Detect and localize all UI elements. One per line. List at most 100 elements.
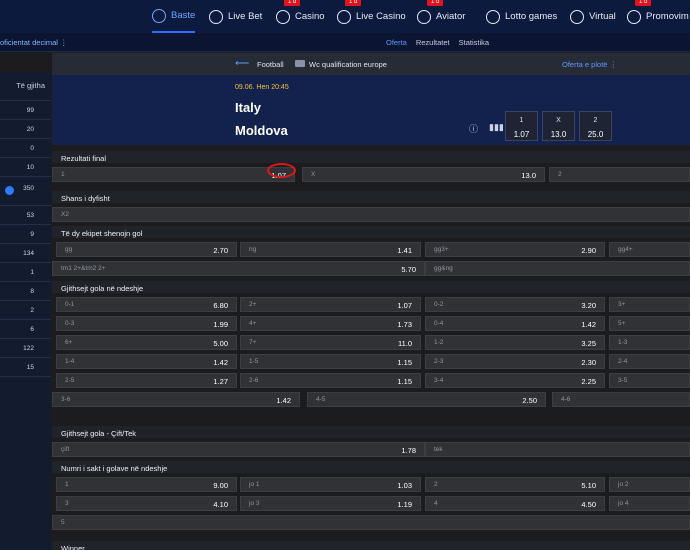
odds-cell[interactable]: 2 5.10	[425, 477, 605, 492]
nav-baste[interactable]: Baste	[152, 0, 196, 33]
odds-cell[interactable]: gg4+	[609, 242, 690, 257]
sport-sidebar: Të gjitha 99 20 0 10 350 53 9 134 1 8 2 6 122 15	[0, 53, 51, 550]
odds-cell[interactable]: 1 9.00	[56, 477, 237, 492]
nav-casino[interactable]: Casino 1 d	[276, 0, 325, 33]
odds-cell[interactable]: 1-3	[609, 335, 690, 350]
markets-list: Rezultati final 1 1.07 X 13.0 2 Shans i dyfish…	[52, 151, 690, 550]
odds-cell[interactable]: ng 1.41	[240, 242, 421, 257]
sidebar-item[interactable]: 350	[0, 177, 51, 206]
odds-cell[interactable]: X 13.0	[302, 167, 545, 182]
odds-cell[interactable]: 0-3 1.99	[56, 316, 237, 331]
odds-cell[interactable]: 3+	[609, 297, 690, 312]
nav-aviator[interactable]: Aviator 1 d	[417, 0, 465, 33]
odds-cell[interactable]: 4-5 2.50	[307, 392, 546, 407]
sidebar-item[interactable]: 6	[0, 320, 51, 339]
tab-rezultatet[interactable]: Rezultatet	[416, 38, 450, 47]
odds-cell[interactable]: 1-4 1.42	[56, 354, 237, 369]
sidebar-item[interactable]: 9	[0, 225, 51, 244]
odd-button-draw[interactable]: X 13.0	[542, 111, 575, 141]
full-offer-button[interactable]: Oferta e plotë ⋮	[562, 60, 617, 69]
market-1: Shans i dyfisht X2	[52, 191, 690, 226]
odd-button-home[interactable]: 1 1.07	[505, 111, 538, 141]
sidebar-count: 6	[30, 326, 34, 333]
nav-virtual[interactable]: Virtual	[570, 0, 616, 33]
odds-label: 2	[558, 171, 562, 178]
odds-cell[interactable]: 0-4 1.42	[425, 316, 605, 331]
odds-cell[interactable]: tek	[425, 442, 690, 457]
odds-cell[interactable]: 4 4.50	[425, 496, 605, 511]
sidebar-item[interactable]: 1	[0, 263, 51, 282]
info-icon[interactable]: ⓘ	[469, 122, 478, 135]
odds-cell[interactable]: gg3+ 2.90	[425, 242, 605, 257]
odds-cell[interactable]: 3-6 1.42	[52, 392, 300, 407]
market-3: Gjithsejt gola në ndeshje 0-1 6.80 2+ 1.07 0-…	[52, 281, 690, 411]
odds-label: 4-6	[561, 396, 571, 403]
odds-cell[interactable]: jo 1 1.03	[240, 477, 421, 492]
cherries-icon	[276, 9, 290, 24]
market-5: Numri i sakt i golave në ndeshje 1 9.00 jo …	[52, 461, 690, 534]
sidebar-item[interactable]: 122	[0, 339, 51, 358]
sidebar-item[interactable]: 99	[0, 101, 51, 120]
odds-cell[interactable]: 2-4	[609, 354, 690, 369]
odds-cell[interactable]: 2	[549, 167, 690, 182]
lotto-icon	[486, 9, 500, 24]
sidebar-item[interactable]: 10	[0, 158, 51, 177]
sidebar-item[interactable]: 53	[0, 206, 51, 225]
sidebar-item[interactable]: 15	[0, 358, 51, 377]
odds-cell[interactable]: jo 3 1.19	[240, 496, 421, 511]
odds-cell[interactable]: 3-4 2.25	[425, 373, 605, 388]
odds-cell[interactable]: gg 2.70	[56, 242, 237, 257]
odds-cell[interactable]: 5	[52, 515, 690, 530]
odds-format-selector[interactable]: oficientat decimal ⋮	[0, 38, 68, 47]
odds-cell[interactable]: gg&ng	[425, 261, 690, 276]
odds-cell[interactable]: çift 1.78	[52, 442, 425, 457]
tab-statistika[interactable]: Statistika	[459, 38, 489, 47]
odds-cell[interactable]: 1-5 1.15	[240, 354, 421, 369]
back-arrow-icon[interactable]: ⟵	[235, 58, 249, 69]
odds-cell[interactable]: jo 4	[609, 496, 690, 511]
odds-cell[interactable]: 2+ 1.07	[240, 297, 421, 312]
odds-cell[interactable]: 4-6	[552, 392, 690, 407]
sidebar-item[interactable]: 8	[0, 282, 51, 301]
odds-cell[interactable]: tm1 2+&tm2 2+ 5.70	[52, 261, 425, 276]
odds-cell[interactable]: 3 4.10	[56, 496, 237, 511]
odds-label: 1-2	[434, 339, 444, 346]
sidebar-item-all[interactable]: Të gjitha	[0, 72, 51, 101]
tab-oferta[interactable]: Oferta	[386, 38, 407, 47]
odds-cell[interactable]: 7+ 11.0	[240, 335, 421, 350]
odds-cell[interactable]: 0-2 3.20	[425, 297, 605, 312]
sidebar-count: 99	[26, 107, 34, 114]
odds-cell[interactable]: 1-2 3.25	[425, 335, 605, 350]
odds-cell[interactable]: 2-6 1.15	[240, 373, 421, 388]
odds-cell[interactable]: X2	[52, 207, 690, 222]
nav-live-bet[interactable]: Live Bet	[209, 0, 262, 33]
soccer-ball-icon	[152, 8, 166, 23]
breadcrumb: ⟵ Football Wc qualification europe Ofert…	[52, 53, 690, 75]
nav-lotto-games[interactable]: Lotto games	[486, 0, 557, 33]
nav-promovim[interactable]: Promovim 1 d	[627, 0, 689, 33]
sidebar-item[interactable]: 134	[0, 244, 51, 263]
sidebar-item[interactable]: 0	[0, 139, 51, 158]
odds-cell[interactable]: 0-1 6.80	[56, 297, 237, 312]
sidebar-count: 0	[30, 145, 34, 152]
odds-format-label: oficientat decimal	[0, 38, 58, 47]
odds-label: 5	[61, 519, 65, 526]
stats-chart-icon[interactable]: ▮▮▮	[489, 122, 504, 135]
odds-cell[interactable]: 5+	[609, 316, 690, 331]
nav-live-casino[interactable]: Live Casino 1 d	[337, 0, 406, 33]
odds-cell[interactable]: jo 2	[609, 477, 690, 492]
odds-cell[interactable]: 4+ 1.73	[240, 316, 421, 331]
breadcrumb-sport[interactable]: Football	[257, 60, 284, 69]
odds-cell[interactable]: 2-5 1.27	[56, 373, 237, 388]
odds-cell[interactable]: 1 1.07	[52, 167, 295, 182]
sidebar-item[interactable]: 2	[0, 301, 51, 320]
odd-button-away[interactable]: 2 25.0	[579, 111, 612, 141]
odds-value: 2.30	[581, 358, 596, 367]
virtual-icon	[570, 9, 584, 24]
odds-cell[interactable]: 2-3 2.30	[425, 354, 605, 369]
odds-cell[interactable]: 3-5	[609, 373, 690, 388]
odds-cell[interactable]: 6+ 5.00	[56, 335, 237, 350]
sidebar-count: 350	[23, 185, 34, 192]
sidebar-item[interactable]: 20	[0, 120, 51, 139]
breadcrumb-competition[interactable]: Wc qualification europe	[309, 60, 387, 69]
